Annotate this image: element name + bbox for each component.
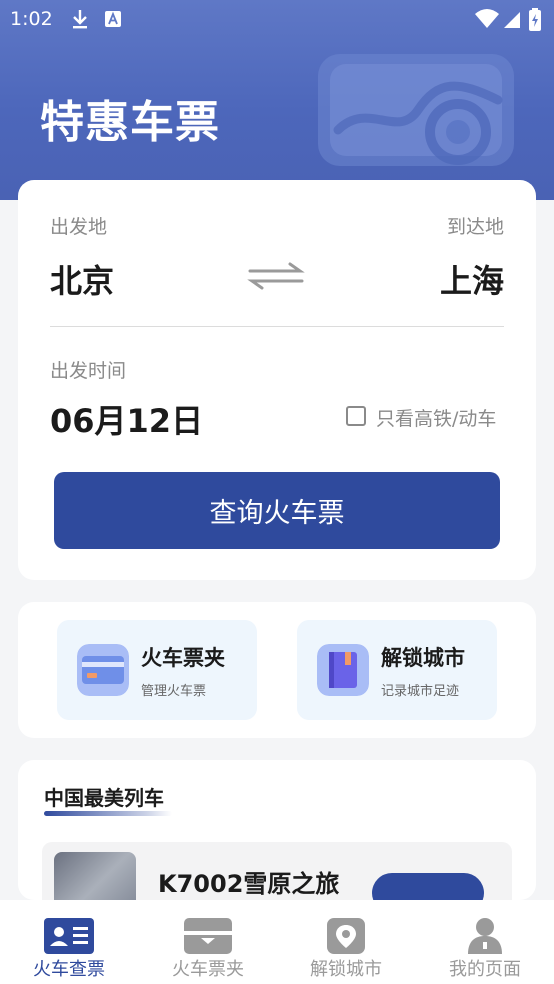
- feature-title: 解锁城市: [381, 646, 465, 670]
- section-title-underline: [44, 811, 172, 816]
- id-card-icon: [44, 918, 94, 954]
- train-list-item[interactable]: K7002雪原之旅: [42, 842, 512, 900]
- header-banner: 1:02 特惠车票: [0, 0, 554, 200]
- tab-label: 我的页面: [449, 959, 521, 980]
- wifi-icon: [475, 9, 499, 28]
- tab-ticket-wallet[interactable]: 火车票夹: [139, 900, 277, 984]
- tab-my-page[interactable]: 我的页面: [416, 900, 554, 984]
- divider: [50, 326, 504, 327]
- tab-unlock-city[interactable]: 解锁城市: [277, 900, 415, 984]
- ticket-card-icon: [77, 644, 129, 696]
- bottom-tab-bar: 火车查票 火车票夹 解锁城市 我的页面: [0, 900, 554, 984]
- section-title: 中国最美列车: [44, 786, 164, 810]
- train-thumbnail: [54, 852, 136, 900]
- departure-date[interactable]: 06月12日: [50, 396, 203, 442]
- arrival-city[interactable]: 上海: [440, 256, 504, 302]
- city-book-icon: [317, 644, 369, 696]
- battery-charging-icon: [529, 8, 541, 31]
- feature-subtitle: 管理火车票: [141, 684, 207, 699]
- swap-cities-icon[interactable]: [244, 260, 308, 292]
- status-time: 1:02: [10, 8, 53, 30]
- feature-ticket-wallet[interactable]: 火车票夹 管理火车票: [57, 620, 257, 720]
- map-pin-icon: [327, 918, 365, 954]
- ticket-wallet-icon: [184, 918, 232, 954]
- beautiful-trains-section: 中国最美列车 K7002雪原之旅: [18, 760, 536, 900]
- download-icon: [73, 10, 87, 29]
- tab-ticket-search[interactable]: 火车查票: [0, 900, 138, 984]
- status-bar: 1:02: [0, 0, 554, 40]
- page-title: 特惠车票: [40, 97, 220, 148]
- train-detail-button[interactable]: [372, 873, 484, 900]
- feature-unlock-city[interactable]: 解锁城市 记录城市足迹: [297, 620, 497, 720]
- tab-label: 火车票夹: [172, 959, 244, 980]
- signal-icon: [504, 12, 520, 28]
- departure-city[interactable]: 北京: [50, 256, 114, 302]
- tab-label: 解锁城市: [310, 959, 382, 980]
- arrival-label: 到达地: [446, 216, 504, 238]
- font-a-icon: [105, 11, 121, 27]
- ticket-search-card: 出发地 到达地 北京 上海 出发时间 06月12日 只看高铁/动车 查询火车票: [18, 180, 536, 580]
- search-tickets-button[interactable]: 查询火车票: [54, 472, 500, 549]
- high-speed-only-checkbox[interactable]: [346, 406, 366, 426]
- train-name: K7002雪原之旅: [158, 870, 340, 898]
- user-icon: [468, 918, 502, 954]
- departure-time-label: 出发时间: [50, 360, 127, 382]
- feature-title: 火车票夹: [141, 646, 225, 670]
- departure-label: 出发地: [50, 216, 108, 238]
- train-ticket-illustration: [318, 54, 514, 166]
- feature-card: 火车票夹 管理火车票 解锁城市 记录城市足迹: [18, 602, 536, 738]
- feature-subtitle: 记录城市足迹: [381, 684, 460, 699]
- high-speed-only-label[interactable]: 只看高铁/动车: [376, 404, 496, 431]
- tab-label: 火车查票: [33, 959, 105, 980]
